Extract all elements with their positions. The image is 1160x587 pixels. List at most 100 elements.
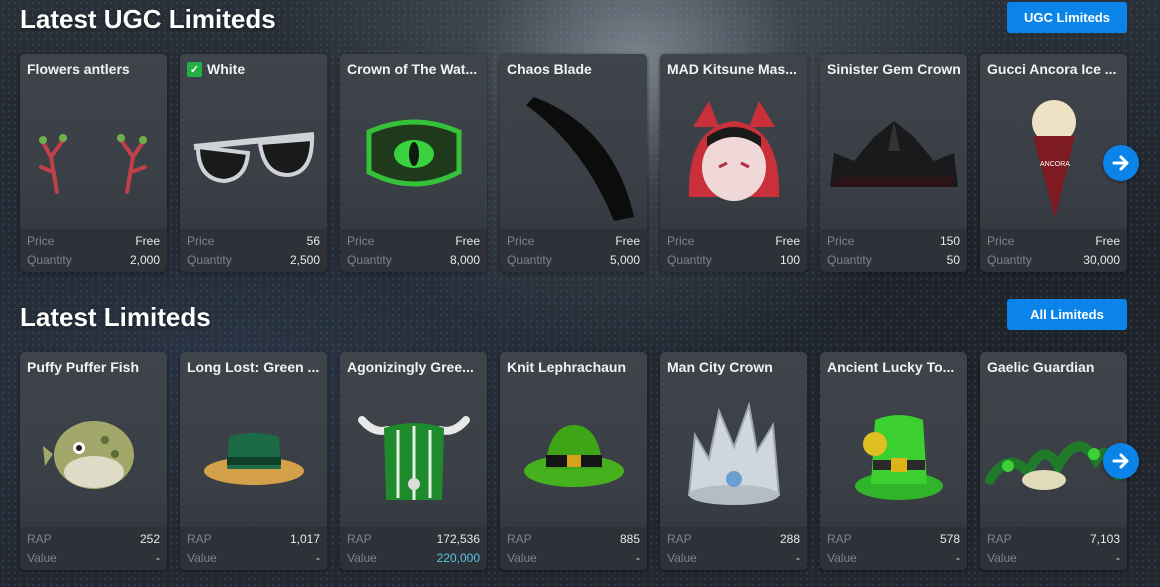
item-name: Gucci Ancora Ice ... xyxy=(987,61,1117,77)
item-card[interactable]: Agonizingly Gree... RAP 172,536 Value 220,00… xyxy=(340,352,487,570)
stat-value: 2,000 xyxy=(129,252,160,267)
stat-label: Value xyxy=(347,550,377,565)
item-stats: RAP 885 Value - xyxy=(500,527,647,570)
stat-value: 50 xyxy=(946,252,960,267)
item-stats: Price 56 Quantity 2,500 xyxy=(180,229,327,272)
item-card[interactable]: Crown of The Wat... Price Free Quantity 8,00… xyxy=(340,54,487,272)
stat-value: 578 xyxy=(939,531,960,546)
stat-label: RAP xyxy=(987,531,1012,546)
item-name-row: Agonizingly Gree... xyxy=(347,359,481,375)
item-stats: RAP 1,017 Value - xyxy=(180,527,327,570)
ugc-items-row: Flowers antlers Price Free Quantity 2,000 ✓ Wh… xyxy=(20,54,1127,272)
stat-label: Value xyxy=(827,550,857,565)
item-name-row: ✓ White xyxy=(187,61,321,77)
stat-value: Free xyxy=(1095,233,1120,248)
antlers-icon xyxy=(20,84,167,230)
item-name: Ancient Lucky To... xyxy=(827,359,955,375)
stat-label: Value xyxy=(667,550,697,565)
sunglasses-icon xyxy=(180,84,327,230)
stat-label: Price xyxy=(27,233,55,248)
item-card[interactable]: Man City Crown RAP 288 Value - xyxy=(660,352,807,570)
item-stats: RAP 172,536 Value 220,000 xyxy=(340,527,487,570)
stat-label: RAP xyxy=(507,531,532,546)
item-name-row: Flowers antlers xyxy=(27,61,161,77)
svg-text:ANCORA: ANCORA xyxy=(1040,161,1070,168)
stat-value: - xyxy=(1116,550,1120,565)
limiteds-next-arrow-icon[interactable] xyxy=(1103,443,1139,479)
stat-value: 885 xyxy=(619,531,640,546)
green-boater-hat-icon xyxy=(180,382,327,528)
item-card[interactable]: ✓ White Price 56 Quantity 2,500 xyxy=(180,54,327,272)
knit-leprechaun-hat-icon xyxy=(500,382,647,528)
item-name-row: Long Lost: Green ... xyxy=(187,359,321,375)
item-name: Sinister Gem Crown xyxy=(827,61,961,77)
item-name: Gaelic Guardian xyxy=(987,359,1095,375)
item-stats: Price 150 Quantity 50 xyxy=(820,229,967,272)
item-name-row: Knit Lephrachaun xyxy=(507,359,641,375)
verified-check-icon: ✓ xyxy=(187,61,202,77)
kitsune-mask-icon xyxy=(660,84,807,230)
stat-value: 1,017 xyxy=(289,531,320,546)
stat-label: Quantity xyxy=(987,252,1032,267)
item-stats: Price Free Quantity 100 xyxy=(660,229,807,272)
item-name-row: Man City Crown xyxy=(667,359,801,375)
item-name: Long Lost: Green ... xyxy=(187,359,320,375)
item-name-row: Puffy Puffer Fish xyxy=(27,359,161,375)
limiteds-section-title: Latest Limiteds xyxy=(20,302,211,332)
stat-label: Price xyxy=(187,233,215,248)
stat-value: 220,000 xyxy=(436,550,480,565)
item-card[interactable]: Chaos Blade Price Free Quantity 5,000 xyxy=(500,54,647,272)
item-name-row: Gaelic Guardian xyxy=(987,359,1121,375)
stat-value: 8,000 xyxy=(449,252,480,267)
stat-label: RAP xyxy=(27,531,52,546)
green-eye-crown-icon xyxy=(340,84,487,230)
item-card[interactable]: Flowers antlers Price Free Quantity 2,000 xyxy=(20,54,167,272)
item-card[interactable]: Sinister Gem Crown Price 150 Quantity 50 xyxy=(820,54,967,272)
stat-label: Quantity xyxy=(187,252,232,267)
black-crown-icon xyxy=(820,84,967,230)
item-name: Crown of The Wat... xyxy=(347,61,478,77)
stat-value: - xyxy=(316,550,320,565)
lucky-top-hat-icon xyxy=(820,382,967,528)
stat-label: RAP xyxy=(187,531,212,546)
item-card[interactable]: MAD Kitsune Mas... Price Free Quantity 100 xyxy=(660,54,807,272)
item-card[interactable]: Puffy Puffer Fish RAP 252 Value - xyxy=(20,352,167,570)
item-name-row: MAD Kitsune Mas... xyxy=(667,61,801,77)
green-viking-helmet-icon xyxy=(340,382,487,528)
ugc-next-arrow-icon[interactable] xyxy=(1103,145,1139,181)
stat-label: Quantity xyxy=(27,252,72,267)
item-stats: Price Free Quantity 2,000 xyxy=(20,229,167,272)
ugc-limiteds-button[interactable]: UGC Limiteds xyxy=(1007,2,1127,33)
stat-label: Quantity xyxy=(667,252,712,267)
item-name-row: Crown of The Wat... xyxy=(347,61,481,77)
stat-value: - xyxy=(636,550,640,565)
item-stats: RAP 288 Value - xyxy=(660,527,807,570)
stat-label: RAP xyxy=(827,531,852,546)
item-card[interactable]: Long Lost: Green ... RAP 1,017 Value - xyxy=(180,352,327,570)
item-stats: Price Free Quantity 30,000 xyxy=(980,229,1127,272)
item-name-row: Ancient Lucky To... xyxy=(827,359,961,375)
stat-value: Free xyxy=(455,233,480,248)
ugc-section-title: Latest UGC Limiteds xyxy=(20,4,276,34)
stat-value: 172,536 xyxy=(436,531,480,546)
limiteds-items-row: Puffy Puffer Fish RAP 252 Value - Long Lost: … xyxy=(20,352,1127,570)
black-blade-icon xyxy=(500,84,647,230)
stat-label: Value xyxy=(507,550,537,565)
stat-label: RAP xyxy=(667,531,692,546)
stat-label: Value xyxy=(187,550,217,565)
stat-value: 2,500 xyxy=(289,252,320,267)
stat-value: 100 xyxy=(779,252,800,267)
item-stats: Price Free Quantity 5,000 xyxy=(500,229,647,272)
stat-value: Free xyxy=(615,233,640,248)
item-card[interactable]: Knit Lephrachaun RAP 885 Value - xyxy=(500,352,647,570)
stat-label: Value xyxy=(987,550,1017,565)
stat-value: 150 xyxy=(939,233,960,248)
item-stats: RAP 252 Value - xyxy=(20,527,167,570)
stat-value: - xyxy=(156,550,160,565)
item-name: Man City Crown xyxy=(667,359,773,375)
item-card[interactable]: Ancient Lucky To... RAP 578 Value - xyxy=(820,352,967,570)
stat-value: - xyxy=(796,550,800,565)
stat-label: RAP xyxy=(347,531,372,546)
stat-label: Price xyxy=(987,233,1015,248)
all-limiteds-button[interactable]: All Limiteds xyxy=(1007,299,1127,330)
